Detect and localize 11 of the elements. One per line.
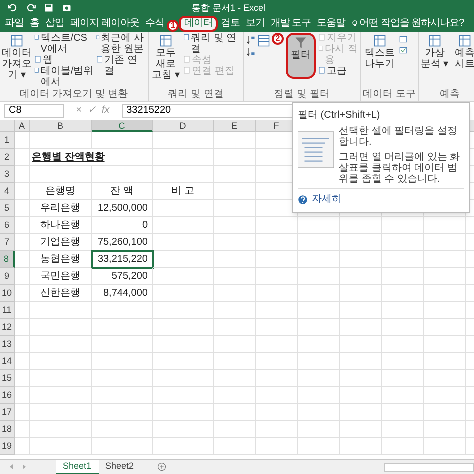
ribbon-group-label: 정렬 및 필터 (273, 89, 331, 101)
tooltip-text: 그러면 열 머리글에 있는 화살표를 클릭하여 데이터 범위를 좁힐 수 있습니다. (339, 152, 462, 185)
window-title: 통합 문서1 - Excel (192, 2, 266, 14)
tooltip-text: 선택한 셀에 필터링을 설정합니다. (339, 126, 458, 148)
ribbon-group-label: 데이터 가져오기 및 변환 (18, 89, 130, 101)
step-number-marker: 2 (272, 33, 284, 45)
step-number-marker: 1 (167, 20, 180, 32)
ribbon-group-label: 데이터 도구 (363, 89, 416, 101)
ribbon-group-label: 쿼리 및 연결 (167, 89, 225, 101)
ribbon-group-label: 예측 (438, 89, 461, 101)
tooltip-title: 필터 (Ctrl+Shift+L) (298, 109, 382, 123)
